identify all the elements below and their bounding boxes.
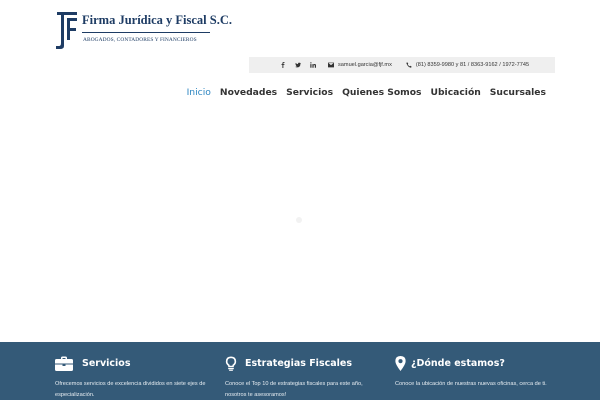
feature-text: Conoce el Top 10 de estrategias fiscales… [225,381,363,398]
nav-item-inicio[interactable]: Inicio [187,87,211,98]
brand-logo[interactable]: Firma Jurídica y Fiscal S.C. ABOGADOS, C… [55,10,232,52]
nav-item-servicios[interactable]: Servicios [286,87,333,98]
nav-item-quienes-somos[interactable]: Quienes Somos [342,87,421,98]
brand-tagline: ABOGADOS, CONTADORES Y FINANCIEROS [83,37,197,43]
contact-phone-text: (81) 8359-9980 y 81 / 8363-9162 / 1972-7… [415,62,530,68]
main-nav: Inicio Novedades Servicios Quienes Somos… [178,87,546,98]
slider-loader [296,217,302,223]
envelope-icon [328,62,334,68]
feature-title: ¿Dónde estamos? [411,358,505,369]
contact-email[interactable]: samuel.garcia@fjf.mx [328,62,392,68]
nav-item-ubicacion[interactable]: Ubicación [431,87,481,98]
feature-text: Ofrecemos servicios de excelencia dividi… [55,381,206,398]
brand-divider [82,32,210,33]
contact-phone[interactable]: (81) 8359-9980 y 81 / 8363-9162 / 1972-7… [406,62,529,68]
brand-name: Firma Jurídica y Fiscal S.C. [82,13,232,27]
feature-text: Conoce la ubicación de nuestras nuevas o… [395,381,547,387]
linkedin-icon[interactable] [305,57,320,73]
nav-item-novedades[interactable]: Novedades [220,87,277,98]
facebook-icon[interactable] [275,57,290,73]
phone-icon [406,62,412,68]
lightbulb-icon [225,356,237,371]
nav-item-sucursales[interactable]: Sucursales [490,87,546,98]
twitter-icon[interactable] [290,57,305,73]
contact-email-text: samuel.garcia@fjf.mx [338,62,392,68]
map-pin-icon [395,356,406,371]
footer-features: Servicios Ofrecemos servicios de excelen… [0,342,600,400]
feature-title: Servicios [82,358,131,369]
fjf-monogram-icon [56,12,77,49]
contact-bar: samuel.garcia@fjf.mx (81) 8359-9980 y 81… [249,57,555,73]
briefcase-icon [55,356,73,371]
feature-title: Estrategias Fiscales [245,358,352,369]
